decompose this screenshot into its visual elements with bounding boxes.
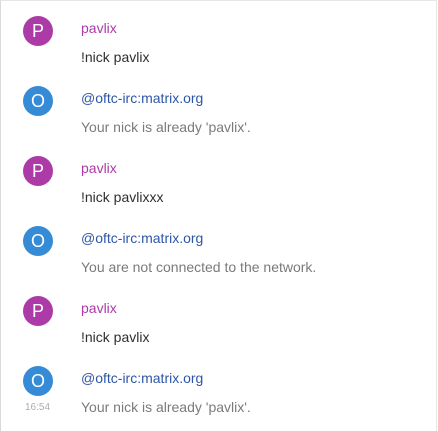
avatar-pavlix[interactable]: P xyxy=(23,16,53,46)
message-event: P pavlix !nick pavlix xyxy=(1,1,438,71)
message-timestamp[interactable]: 16:54 xyxy=(25,402,50,414)
sender-name[interactable]: @oftc-irc:matrix.org xyxy=(81,90,203,107)
message-event: O @oftc-irc:matrix.org 16:54 Your nick i… xyxy=(1,351,438,421)
message-body: !nick pavlix xyxy=(81,49,150,65)
message-event: P pavlix !nick pavlix xyxy=(1,281,438,351)
room-view: P pavlix !nick pavlix O @oftc-irc:matrix… xyxy=(0,0,437,431)
sender-name[interactable]: @oftc-irc:matrix.org xyxy=(81,230,203,247)
avatar-oftc-irc[interactable]: O xyxy=(23,226,53,256)
message-event: O @oftc-irc:matrix.org You are not conne… xyxy=(1,211,438,281)
message-event: O @oftc-irc:matrix.org Your nick is alre… xyxy=(1,71,438,141)
notice-body: You are not connected to the network. xyxy=(81,259,317,275)
message-event: P pavlix !nick pavlixxx xyxy=(1,141,438,211)
avatar-oftc-irc[interactable]: O xyxy=(23,366,53,396)
sender-name[interactable]: pavlix xyxy=(81,20,117,37)
sender-name[interactable]: pavlix xyxy=(81,300,117,317)
sender-name[interactable]: @oftc-irc:matrix.org xyxy=(81,370,203,387)
avatar-pavlix[interactable]: P xyxy=(23,156,53,186)
message-body: !nick pavlixxx xyxy=(81,189,164,205)
sender-name[interactable]: pavlix xyxy=(81,160,117,177)
notice-body: Your nick is already 'pavlix'. xyxy=(81,399,251,415)
avatar-oftc-irc[interactable]: O xyxy=(23,86,53,116)
avatar-pavlix[interactable]: P xyxy=(23,296,53,326)
message-body: !nick pavlix xyxy=(81,329,150,345)
notice-body: Your nick is already 'pavlix'. xyxy=(81,119,251,135)
